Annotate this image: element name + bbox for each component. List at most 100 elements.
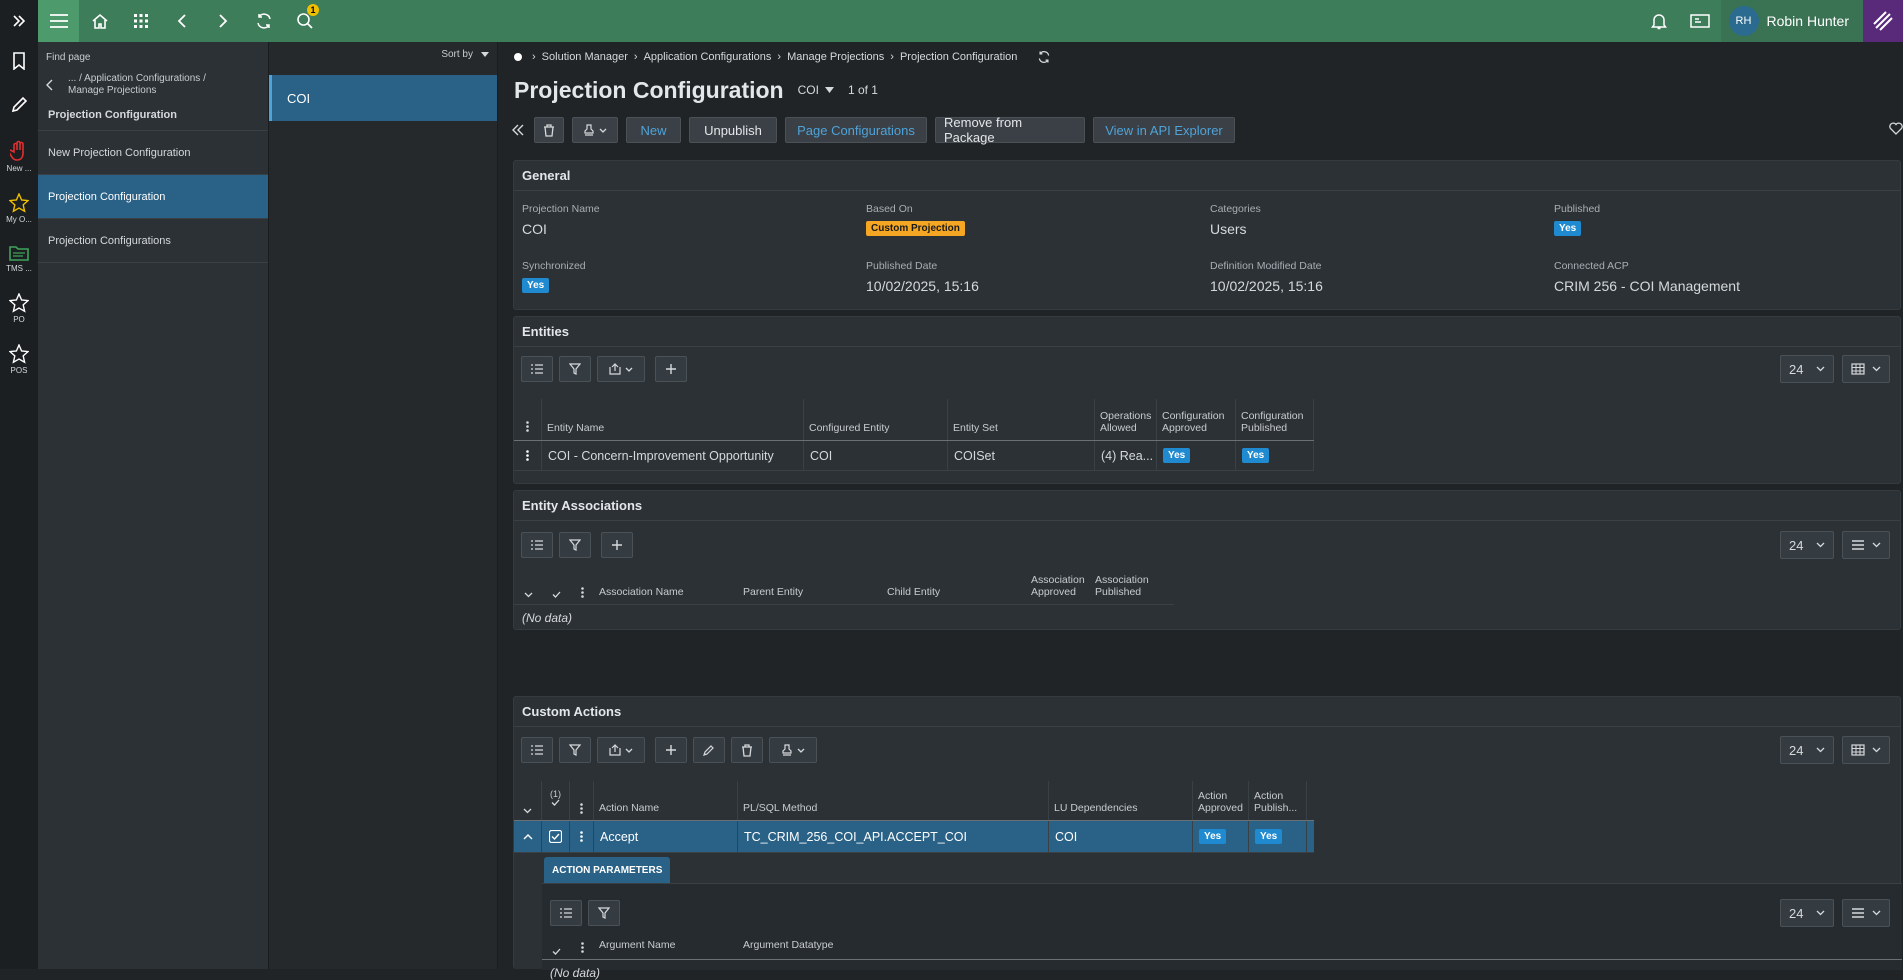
- breadcrumb-solution-manager[interactable]: Solution Manager: [542, 51, 628, 63]
- user-menu[interactable]: RH Robin Hunter: [1720, 0, 1863, 42]
- bell-icon[interactable]: [1639, 0, 1680, 42]
- table-view-select[interactable]: [1842, 736, 1890, 764]
- col-operations-allowed[interactable]: Operations Allowed: [1095, 399, 1157, 440]
- expand-all-icon[interactable]: [514, 571, 542, 604]
- refresh-icon[interactable]: [243, 0, 284, 42]
- rail-my[interactable]: My O...: [0, 181, 38, 232]
- select-all-checkbox[interactable]: (1): [542, 781, 570, 820]
- table-row[interactable]: Accept TC_CRIM_256_COI_API.ACCEPT_COI CO…: [514, 821, 1314, 853]
- row-menu-header[interactable]: [570, 571, 594, 604]
- rail-new[interactable]: New ...: [0, 124, 38, 181]
- nav-item-projection-configurations[interactable]: Projection Configurations: [38, 219, 268, 263]
- stamp-menu-button[interactable]: [572, 117, 618, 143]
- breadcrumb-application-configurations[interactable]: Application Configurations: [644, 51, 772, 63]
- row-menu-header[interactable]: [570, 936, 594, 959]
- row-menu-button[interactable]: [514, 441, 542, 470]
- row-menu-header[interactable]: [514, 399, 542, 440]
- add-button[interactable]: [601, 532, 633, 558]
- col-configuration-approved[interactable]: Configuration Approved: [1157, 399, 1236, 440]
- select-all-checkmark-icon[interactable]: [542, 936, 570, 959]
- expand-all-icon[interactable]: [514, 781, 542, 820]
- filter-icon: [569, 539, 581, 551]
- nav-item-new-projection-configuration[interactable]: New Projection Configuration: [38, 131, 268, 175]
- page-size-select[interactable]: 24: [1780, 899, 1834, 927]
- unpublish-button[interactable]: Unpublish: [689, 117, 777, 143]
- sort-by[interactable]: Sort by: [269, 42, 497, 66]
- collapse-icon[interactable]: [510, 124, 526, 136]
- col-lu-dependencies[interactable]: LU Dependencies: [1049, 781, 1193, 820]
- table-view-select[interactable]: [1842, 355, 1890, 383]
- list-view-button[interactable]: [521, 737, 553, 763]
- row-checkbox[interactable]: [542, 821, 570, 852]
- col-association-approved[interactable]: Association Approved: [1026, 571, 1090, 604]
- remove-from-package-button[interactable]: Remove from Package: [935, 115, 1085, 145]
- table-row[interactable]: COI - Concern-Improvement Opportunity CO…: [514, 441, 1314, 471]
- col-action-published[interactable]: Action Publish...: [1249, 781, 1307, 820]
- col-action-approved[interactable]: Action Approved: [1193, 781, 1249, 820]
- filter-button[interactable]: [559, 737, 591, 763]
- new-button[interactable]: New: [626, 117, 681, 143]
- back-icon[interactable]: [161, 0, 202, 42]
- nav-current-page: Projection Configuration: [38, 103, 268, 131]
- tab-action-parameters[interactable]: ACTION PARAMETERS: [544, 857, 671, 883]
- list-view-button[interactable]: [550, 900, 582, 926]
- row-menu-header[interactable]: [570, 781, 594, 820]
- search-icon[interactable]: 1: [284, 0, 325, 42]
- row-menu-button[interactable]: [570, 821, 594, 852]
- col-configuration-published[interactable]: Configuration Published: [1236, 399, 1314, 440]
- select-all-checkmark-icon[interactable]: [542, 571, 570, 604]
- collapse-row-icon[interactable]: [514, 821, 542, 852]
- col-association-published[interactable]: Association Published: [1090, 571, 1164, 604]
- page-size-select[interactable]: 24: [1780, 355, 1834, 383]
- plus-icon: [612, 540, 622, 550]
- rail-bookmarks[interactable]: [0, 42, 38, 80]
- col-parent-entity[interactable]: Parent Entity: [738, 571, 882, 604]
- list-view-select[interactable]: [1842, 531, 1890, 559]
- col-entity-name[interactable]: Entity Name: [542, 399, 804, 440]
- list-view-button[interactable]: [521, 356, 553, 382]
- forward-icon[interactable]: [202, 0, 243, 42]
- expand-nav-icon[interactable]: [0, 0, 38, 42]
- list-view-button[interactable]: [521, 532, 553, 558]
- rail-pos[interactable]: POS: [0, 332, 38, 383]
- filter-button[interactable]: [559, 356, 591, 382]
- col-child-entity[interactable]: Child Entity: [882, 571, 1026, 604]
- find-page[interactable]: Find page: [38, 42, 268, 67]
- col-argument-name[interactable]: Argument Name: [594, 936, 738, 959]
- home-icon[interactable]: [79, 0, 120, 42]
- add-button[interactable]: [655, 356, 687, 382]
- nav-item-projection-configuration[interactable]: Projection Configuration: [38, 175, 268, 219]
- nav-back-link[interactable]: ... / Application Configurations / Manag…: [38, 67, 268, 103]
- col-configured-entity[interactable]: Configured Entity: [804, 399, 948, 440]
- col-action-name[interactable]: Action Name: [594, 781, 738, 820]
- view-in-api-explorer-button[interactable]: View in API Explorer: [1093, 117, 1235, 143]
- record-selector[interactable]: COI: [798, 83, 834, 97]
- page-size-select[interactable]: 24: [1780, 736, 1834, 764]
- delete-button[interactable]: [534, 117, 564, 143]
- col-entity-set[interactable]: Entity Set: [948, 399, 1095, 440]
- delete-button[interactable]: [731, 737, 763, 763]
- page-configurations-button[interactable]: Page Configurations: [785, 117, 927, 143]
- col-association-name[interactable]: Association Name: [594, 571, 738, 604]
- add-button[interactable]: [655, 737, 687, 763]
- filter-button[interactable]: [588, 900, 620, 926]
- col-plsql-method[interactable]: PL/SQL Method: [738, 781, 1049, 820]
- rail-edit[interactable]: [0, 80, 38, 124]
- page-size-select[interactable]: 24: [1780, 531, 1834, 559]
- export-menu-button[interactable]: [597, 737, 645, 763]
- stamp-menu-button[interactable]: [769, 737, 817, 763]
- list-view-select[interactable]: [1842, 899, 1890, 927]
- favorite-heart-icon[interactable]: [1889, 122, 1903, 138]
- menu-icon[interactable]: [38, 0, 79, 42]
- apps-grid-icon[interactable]: [120, 0, 161, 42]
- filter-button[interactable]: [559, 532, 591, 558]
- breadcrumb-manage-projections[interactable]: Manage Projections: [787, 51, 884, 63]
- list-item-selected[interactable]: COI: [269, 75, 497, 121]
- store-icon[interactable]: [1680, 0, 1721, 42]
- export-menu-button[interactable]: [597, 356, 645, 382]
- edit-button[interactable]: [693, 737, 725, 763]
- col-argument-datatype[interactable]: Argument Datatype: [738, 936, 882, 959]
- rail-po[interactable]: PO: [0, 281, 38, 332]
- star-icon: [9, 344, 29, 364]
- rail-tms[interactable]: TMS ...: [0, 232, 38, 281]
